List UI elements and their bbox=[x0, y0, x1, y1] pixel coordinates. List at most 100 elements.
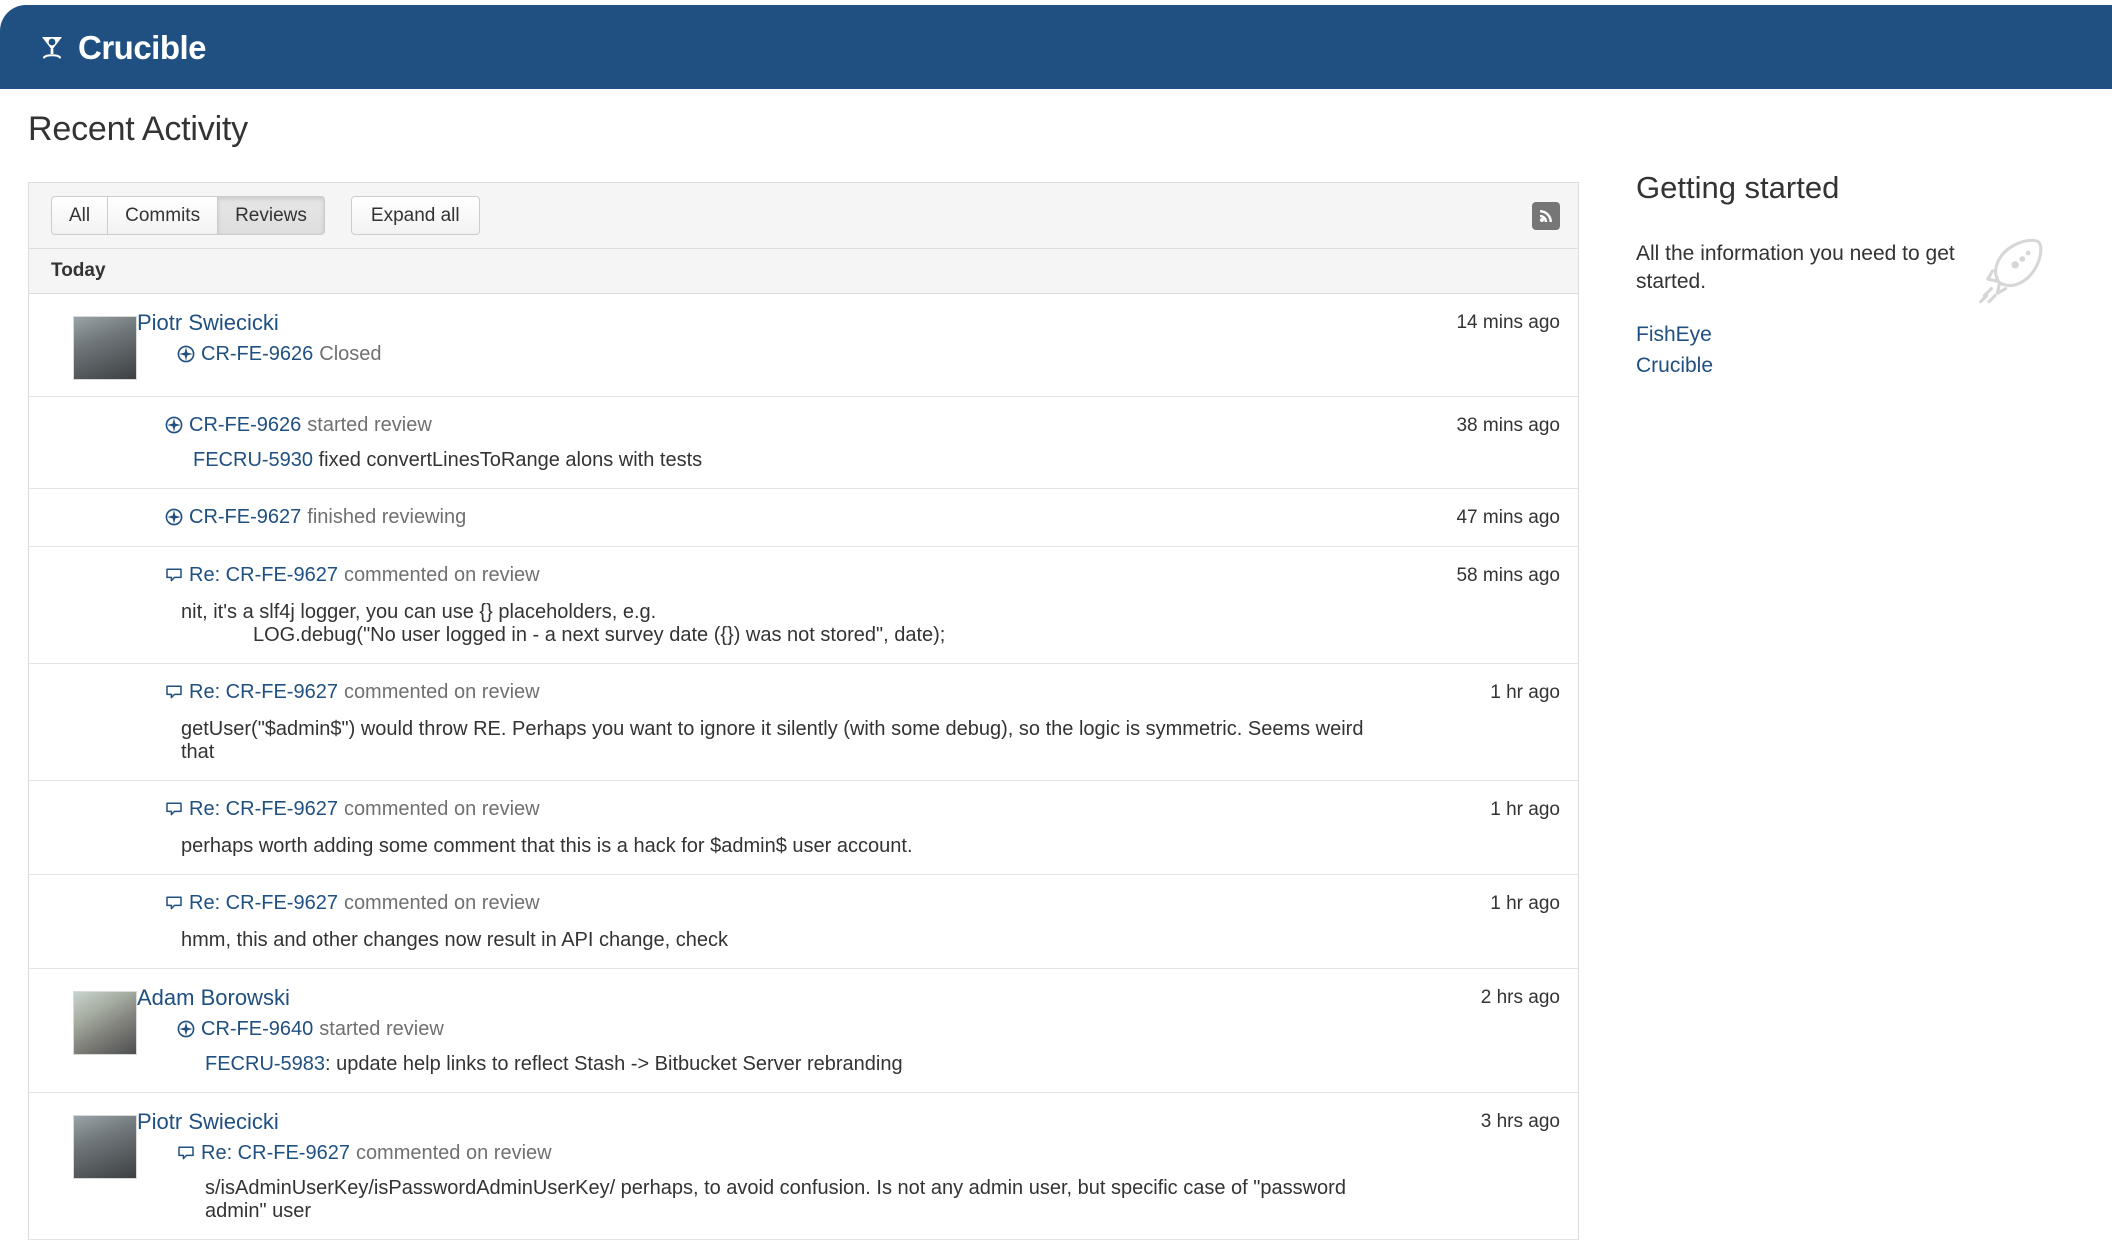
app-header: Crucible bbox=[0, 5, 2112, 89]
detail-issue-link[interactable]: FECRU-5983 bbox=[205, 1053, 325, 1075]
actor-name-link[interactable]: Piotr Swiecicki bbox=[137, 310, 279, 336]
actor-name-link[interactable]: Adam Borowski bbox=[137, 985, 290, 1011]
filter-button-commits[interactable]: Commits bbox=[107, 195, 218, 236]
avatar-cell-empty bbox=[29, 563, 137, 647]
expand-all-button[interactable]: Expand all bbox=[350, 195, 480, 236]
actor-name-link[interactable]: Piotr Swiecicki bbox=[137, 1109, 279, 1135]
activity-row[interactable]: Re: CR-FE-9627 commented on review perha… bbox=[29, 781, 1578, 875]
entity-line: Re: CR-FE-9627 commented on review bbox=[137, 563, 1364, 587]
crucible-logo-icon bbox=[36, 31, 68, 63]
comment-bubble-icon bbox=[165, 566, 183, 590]
entity-verb: commented on review bbox=[343, 798, 540, 820]
activity-row[interactable]: Adam Borowski CR-FE-9640 started review … bbox=[29, 969, 1578, 1093]
row-body: CR-FE-9627 finished reviewing bbox=[137, 505, 1364, 530]
activity-row[interactable]: CR-FE-9627 finished reviewing 47 mins ag… bbox=[29, 489, 1578, 547]
row-body: Re: CR-FE-9627 commented on review perha… bbox=[137, 797, 1364, 858]
entity-id-link[interactable]: Re: CR-FE-9627 bbox=[201, 1142, 350, 1165]
filter-button-reviews[interactable]: Reviews bbox=[217, 195, 325, 236]
activity-row[interactable]: CR-FE-9626 started review FECRU-5930 fix… bbox=[29, 397, 1578, 489]
entity-id-link[interactable]: CR-FE-9627 bbox=[189, 506, 301, 529]
review-target-icon bbox=[177, 1020, 195, 1044]
entity-line: Re: CR-FE-9627 commented on review bbox=[137, 680, 1364, 704]
row-timestamp: 38 mins ago bbox=[1456, 415, 1560, 436]
avatar-cell-empty bbox=[29, 413, 137, 472]
comment-text: perhaps worth adding some comment that t… bbox=[181, 835, 913, 857]
avatar-cell bbox=[29, 985, 137, 1076]
activity-row[interactable]: Re: CR-FE-9627 commented on review getUs… bbox=[29, 664, 1578, 781]
entity-id-link[interactable]: Re: CR-FE-9627 bbox=[189, 564, 338, 587]
comment-text: hmm, this and other changes now result i… bbox=[181, 929, 728, 951]
panel-toolbar: All Commits Reviews Expand all bbox=[29, 183, 1578, 249]
activity-row[interactable]: Piotr Swiecicki Re: CR-FE-9627 commented… bbox=[29, 1093, 1578, 1240]
entity-line: CR-FE-9626 Closed bbox=[137, 342, 1364, 366]
filter-button-group: All Commits Reviews bbox=[51, 195, 325, 236]
entity-id-link[interactable]: CR-FE-9640 bbox=[201, 1018, 313, 1041]
row-timestamp: 47 mins ago bbox=[1456, 507, 1560, 528]
sidebar-link-crucible[interactable]: Crucible bbox=[1636, 350, 2066, 382]
entity-id-link[interactable]: CR-FE-9626 bbox=[201, 343, 313, 366]
avatar-cell-empty bbox=[29, 797, 137, 858]
avatar-cell-empty bbox=[29, 680, 137, 764]
entity-line: Re: CR-FE-9627 commented on review bbox=[137, 891, 1364, 915]
detail-line: FECRU-5930 fixed convertLinesToRange alo… bbox=[137, 449, 1364, 472]
avatar-cell bbox=[29, 1109, 137, 1223]
detail-issue-link[interactable]: FECRU-5930 bbox=[193, 449, 313, 471]
avatar-cell-empty bbox=[29, 891, 137, 952]
activity-row[interactable]: Re: CR-FE-9627 commented on review hmm, … bbox=[29, 875, 1578, 969]
entity-verb: started review bbox=[307, 414, 432, 436]
entity-verb: commented on review bbox=[355, 1142, 552, 1164]
avatar-cell-empty bbox=[29, 505, 137, 530]
avatar-cell bbox=[29, 310, 137, 380]
activity-row[interactable]: Piotr Swiecicki CR-FE-9626 Closed 14 min… bbox=[29, 294, 1578, 397]
entity-verb: commented on review bbox=[343, 564, 540, 586]
review-target-icon bbox=[165, 416, 183, 440]
sidebar-links: FishEye Crucible bbox=[1636, 319, 2066, 382]
rss-feed-icon[interactable] bbox=[1532, 201, 1560, 230]
page-title: Recent Activity bbox=[28, 110, 248, 148]
row-body: Piotr Swiecicki Re: CR-FE-9627 commented… bbox=[137, 1109, 1364, 1223]
detail-line: FECRU-5983: update help links to reflect… bbox=[137, 1053, 1364, 1076]
detail-text: : update help links to reflect Stash -> … bbox=[325, 1053, 903, 1075]
comment-text: nit, it's a slf4j logger, you can use {}… bbox=[181, 601, 657, 623]
comment-bubble-icon bbox=[165, 800, 183, 824]
sidebar-link-fisheye[interactable]: FishEye bbox=[1636, 319, 2066, 351]
comment-bubble-icon bbox=[165, 683, 183, 707]
avatar[interactable] bbox=[73, 991, 137, 1055]
comment-bubble-icon bbox=[165, 894, 183, 918]
comment-bubble-icon bbox=[177, 1144, 195, 1168]
row-timestamp: 1 hr ago bbox=[1490, 682, 1560, 703]
filter-button-all[interactable]: All bbox=[51, 195, 108, 236]
activity-row[interactable]: Re: CR-FE-9627 commented on review nit, … bbox=[29, 547, 1578, 664]
entity-id-link[interactable]: Re: CR-FE-9627 bbox=[189, 892, 338, 915]
review-target-icon bbox=[177, 345, 195, 369]
comment-code-snippet: LOG.debug("No user logged in - a next su… bbox=[253, 624, 946, 646]
row-timestamp: 14 mins ago bbox=[1456, 312, 1560, 333]
entity-id-link[interactable]: Re: CR-FE-9627 bbox=[189, 798, 338, 821]
getting-started-panel: Getting started All the information you … bbox=[1636, 170, 2066, 382]
comment-text: getUser("$admin$") would throw RE. Perha… bbox=[181, 718, 1364, 763]
activity-panel: All Commits Reviews Expand all Today Pio… bbox=[28, 182, 1579, 1240]
sidebar-title: Getting started bbox=[1636, 170, 1840, 205]
row-body: Piotr Swiecicki CR-FE-9626 Closed bbox=[137, 310, 1364, 380]
sidebar-description: All the information you need to get star… bbox=[1636, 242, 1955, 294]
entity-line: CR-FE-9627 finished reviewing bbox=[137, 505, 1364, 529]
sidebar-body: All the information you need to get star… bbox=[1636, 238, 2066, 382]
row-timestamp: 2 hrs ago bbox=[1480, 987, 1560, 1008]
detail-text: fixed convertLinesToRange alons with tes… bbox=[318, 449, 703, 471]
brand-name: Crucible bbox=[78, 28, 207, 66]
comment-text: s/isAdminUserKey/isPasswordAdminUserKey/… bbox=[205, 1177, 1346, 1222]
comment-text-wrapper: nit, it's a slf4j logger, you can use {}… bbox=[137, 601, 1364, 647]
entity-id-link[interactable]: CR-FE-9626 bbox=[189, 414, 301, 437]
row-timestamp: 3 hrs ago bbox=[1480, 1111, 1560, 1132]
entity-verb: Closed bbox=[319, 343, 382, 365]
brand[interactable]: Crucible bbox=[36, 28, 207, 66]
entity-id-link[interactable]: Re: CR-FE-9627 bbox=[189, 681, 338, 704]
avatar[interactable] bbox=[73, 316, 137, 380]
row-body: CR-FE-9626 started review FECRU-5930 fix… bbox=[137, 413, 1364, 472]
avatar[interactable] bbox=[73, 1115, 137, 1179]
entity-verb: commented on review bbox=[343, 892, 540, 914]
entity-verb: finished reviewing bbox=[307, 506, 467, 528]
rocket-icon bbox=[1970, 234, 2046, 310]
entity-verb: commented on review bbox=[343, 681, 540, 703]
entity-line: CR-FE-9640 started review bbox=[137, 1017, 1364, 1041]
